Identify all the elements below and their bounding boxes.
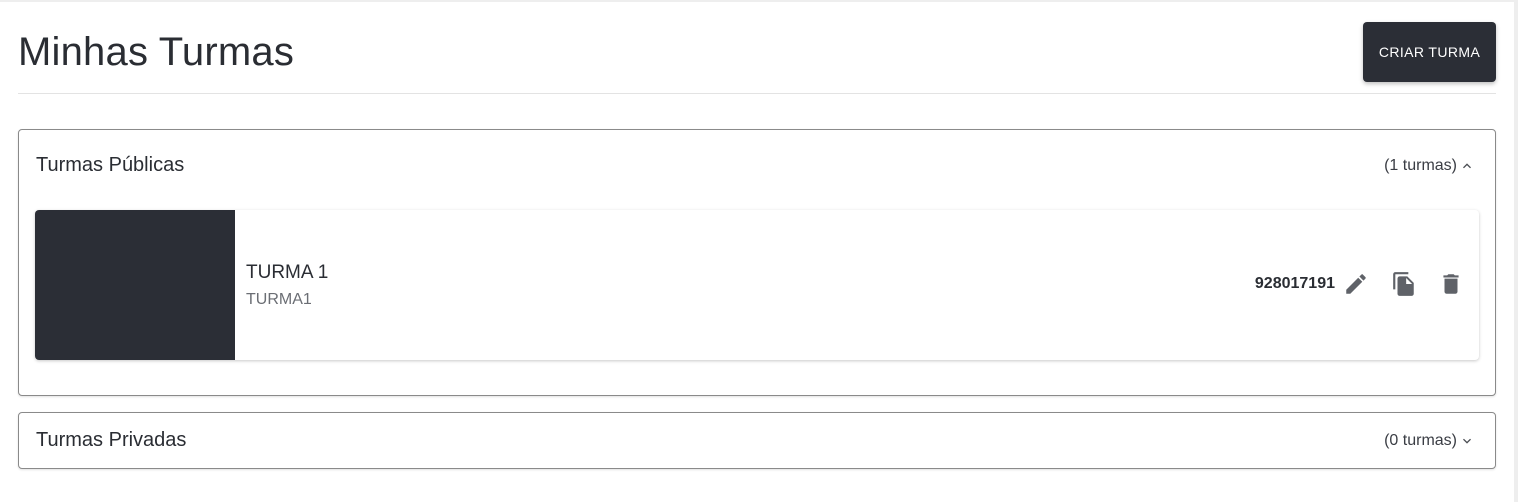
public-classes-accordion: Turmas Públicas (1 turmas) TURMA 1 TURMA…	[18, 129, 1496, 396]
class-name: TURMA 1	[246, 262, 329, 283]
public-classes-title: Turmas Públicas	[36, 154, 185, 176]
public-classes-count: (1 turmas)	[1384, 157, 1457, 174]
class-subtitle: TURMA1	[246, 291, 312, 308]
copy-icon[interactable]	[1391, 271, 1417, 297]
private-classes-accordion-header[interactable]: Turmas Privadas (0 turmas)	[19, 413, 1495, 470]
class-thumbnail	[35, 210, 235, 360]
private-classes-accordion: Turmas Privadas (0 turmas)	[18, 412, 1496, 469]
create-class-button[interactable]: CRIAR TURMA	[1363, 22, 1496, 82]
private-classes-count: (0 turmas)	[1384, 432, 1457, 449]
page-title: Minhas Turmas	[18, 30, 295, 74]
class-code: 928017191	[1254, 275, 1335, 292]
edit-icon[interactable]	[1343, 271, 1369, 297]
page-header: Minhas Turmas CRIAR TURMA	[18, 2, 1496, 94]
page: Minhas Turmas CRIAR TURMA Turmas Pública…	[0, 0, 1518, 502]
public-classes-accordion-header[interactable]: Turmas Públicas (1 turmas)	[19, 130, 1495, 200]
chevron-up-icon[interactable]	[1459, 158, 1475, 174]
private-classes-title: Turmas Privadas	[36, 429, 187, 451]
chevron-down-icon[interactable]	[1459, 433, 1475, 449]
class-card[interactable]: TURMA 1 TURMA1 928017191	[35, 210, 1479, 360]
delete-icon[interactable]	[1438, 271, 1464, 297]
